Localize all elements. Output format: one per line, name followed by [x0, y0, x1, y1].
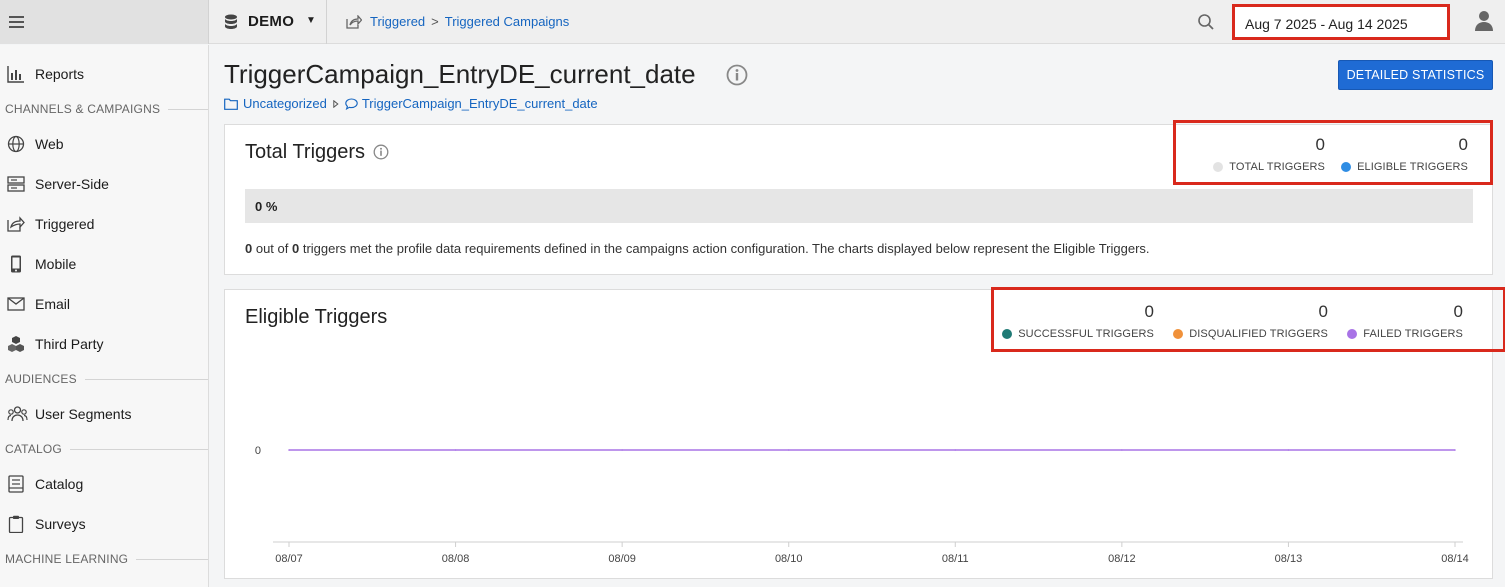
total-triggers-card: Total Triggers 0 TOTAL TRIGGERS 0 ELIGIB…	[224, 120, 1493, 275]
y-tick-label: 0	[255, 445, 261, 457]
eligible-triggers-card: Eligible Triggers 0 SUCCESSFUL TRIGGERS …	[224, 287, 1505, 579]
hamburger-icon	[9, 16, 24, 18]
account-name: DEMO	[248, 13, 295, 30]
sidebar-item-label: Surveys	[35, 516, 86, 532]
section-channels-campaigns: CHANNELS & CAMPAIGNS	[5, 102, 208, 116]
sidebar-item-user-segments[interactable]: User Segments	[0, 394, 208, 434]
legend-dot	[1341, 162, 1352, 172]
breadcrumb-uncategorized-link[interactable]: Uncategorized	[243, 96, 327, 111]
data-point	[787, 449, 790, 451]
sidebar-item-third-party[interactable]: Third Party	[0, 324, 208, 364]
section-machine-learning: MACHINE LEARNING	[5, 552, 208, 566]
data-point	[1454, 449, 1456, 451]
sidebar-item-mobile[interactable]: Mobile	[0, 244, 208, 284]
sidebar-item-email[interactable]: Email	[0, 284, 208, 324]
x-tick-label: 08/13	[1275, 553, 1303, 565]
breadcrumb-triggered-campaigns-link[interactable]: Triggered Campaigns	[445, 14, 570, 29]
breadcrumb-campaign-link[interactable]: TriggerCampaign_EntryDE_current_date	[362, 96, 598, 111]
sidebar-item-label: Email	[35, 296, 71, 312]
book-icon	[8, 475, 24, 493]
sidebar-item-triggered[interactable]: Triggered	[0, 204, 208, 244]
sidebar-item-label: User Segments	[35, 406, 132, 422]
speech-bubble-icon	[345, 97, 358, 110]
sidebar-item-label: Reports	[35, 66, 85, 82]
x-tick-label: 08/11	[942, 553, 969, 565]
total-triggers-stat: 0 TOTAL TRIGGERS	[1213, 135, 1325, 173]
envelope-icon	[7, 297, 25, 311]
data-point	[954, 449, 957, 451]
section-audiences: AUDIENCES	[5, 372, 208, 386]
data-point	[1121, 449, 1123, 451]
cubes-icon	[8, 336, 24, 352]
sidebar-item-label: Server-Side	[35, 176, 109, 192]
x-tick-label: 08/12	[1108, 553, 1136, 565]
bar-chart-icon	[7, 66, 24, 83]
eligible-triggers-value: 0	[1458, 135, 1468, 154]
progress-percent: 0 %	[255, 199, 278, 214]
x-tick-label: 08/07	[275, 553, 303, 565]
search-icon[interactable]	[1197, 13, 1215, 31]
database-icon	[225, 14, 237, 29]
breadcrumb-triggered-link[interactable]: Triggered	[370, 14, 425, 29]
section-catalog: CATALOG	[5, 442, 208, 456]
top-breadcrumb: Triggered > Triggered Campaigns	[346, 14, 569, 29]
sidebar-item-label: Mobile	[35, 256, 77, 272]
eligibility-note: 0 out of 0 triggers met the profile data…	[245, 241, 1150, 256]
users-icon	[7, 406, 28, 422]
info-icon[interactable]	[726, 64, 748, 86]
server-icon	[7, 176, 25, 192]
caret-right-icon	[333, 99, 339, 108]
eligible-triggers-chart: 0 08/07 08/08 08/09 08/10 08/11 08/12 08/13 08/1…	[255, 445, 1469, 565]
data-point	[1287, 449, 1290, 451]
sidebar-item-reports[interactable]: Reports	[0, 54, 208, 94]
info-icon[interactable]	[373, 144, 389, 160]
sidebar-item-catalog[interactable]: Catalog	[0, 464, 208, 504]
eligible-triggers-label: ELIGIBLE TRIGGERS	[1357, 161, 1468, 173]
date-range-text: Aug 7 2025 - Aug 14 2025	[1245, 16, 1408, 32]
breadcrumb-separator: >	[431, 14, 439, 29]
data-point	[621, 449, 623, 451]
sidebar-item-surveys[interactable]: Surveys	[0, 504, 208, 544]
sidebar: Reports CHANNELS & CAMPAIGNS Web Server-…	[0, 45, 209, 587]
eligible-progress-bar: 0 %	[245, 189, 1473, 223]
total-triggers-title: Total Triggers	[245, 141, 366, 163]
sidebar-item-label: Third Party	[35, 336, 104, 352]
account-selector[interactable]: DEMO ▼	[210, 0, 327, 44]
sidebar-item-label: Triggered	[35, 216, 95, 232]
sidebar-item-label: Web	[35, 136, 64, 152]
sidebar-item-label: Catalog	[35, 476, 84, 492]
total-triggers-label: TOTAL TRIGGERS	[1229, 161, 1325, 173]
data-point	[288, 449, 290, 451]
detailed-statistics-button[interactable]: DETAILED STATISTICS	[1338, 60, 1493, 90]
x-tick-label: 08/10	[775, 553, 803, 565]
user-icon[interactable]	[1474, 10, 1494, 32]
eligible-triggers-stat: 0 ELIGIBLE TRIGGERS	[1341, 135, 1468, 173]
legend-dot	[1213, 162, 1224, 172]
clipboard-icon	[8, 515, 24, 533]
total-triggers-value: 0	[1315, 135, 1325, 154]
campaign-breadcrumb: Uncategorized TriggerCampaign_EntryDE_cu…	[224, 96, 598, 111]
mobile-icon	[11, 255, 21, 273]
date-range-picker[interactable]: Aug 7 2025 - Aug 14 2025	[1232, 4, 1450, 40]
share-icon	[7, 216, 25, 232]
x-tick-label: 08/09	[608, 553, 636, 565]
sidebar-item-web[interactable]: Web	[0, 124, 208, 164]
data-point	[454, 449, 457, 451]
page-title: TriggerCampaign_EntryDE_current_date	[224, 59, 696, 89]
hamburger-menu-button[interactable]	[0, 0, 209, 44]
share-icon	[346, 14, 362, 29]
total-triggers-stats-box: 0 TOTAL TRIGGERS 0 ELIGIBLE TRIGGERS	[1173, 120, 1493, 185]
top-bar: DEMO ▼ Triggered > Triggered Campaigns A…	[0, 0, 1505, 44]
x-tick-label: 08/08	[442, 553, 470, 565]
caret-down-icon: ▼	[306, 15, 316, 26]
x-tick-label: 08/14	[1441, 553, 1469, 565]
globe-icon	[7, 135, 25, 153]
sidebar-item-server-side[interactable]: Server-Side	[0, 164, 208, 204]
folder-icon	[224, 98, 238, 110]
